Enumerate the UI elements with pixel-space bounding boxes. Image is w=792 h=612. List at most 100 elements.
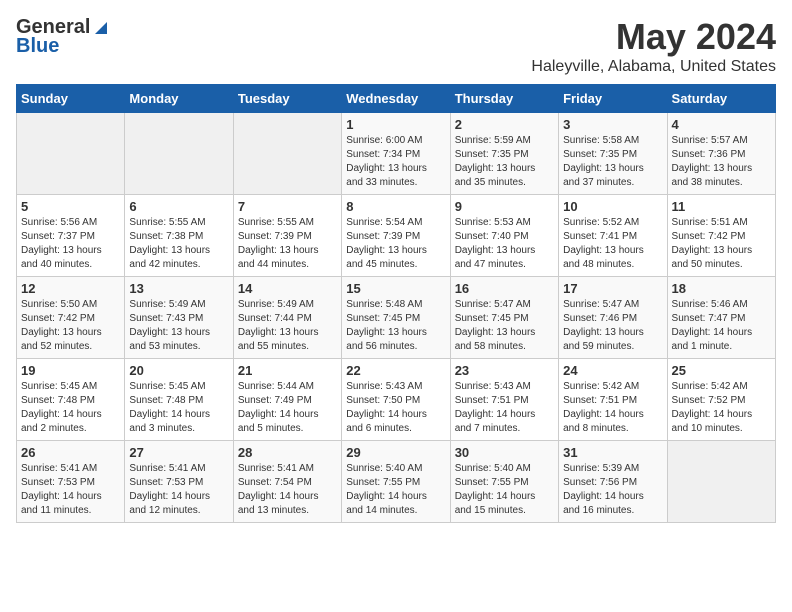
day-number: 20: [129, 363, 228, 378]
day-info: Sunrise: 5:50 AM Sunset: 7:42 PM Dayligh…: [21, 298, 120, 354]
day-number: 25: [672, 363, 771, 378]
day-number: 15: [346, 281, 445, 296]
day-number: 23: [455, 363, 554, 378]
day-number: 8: [346, 199, 445, 214]
day-info: Sunrise: 5:41 AM Sunset: 7:53 PM Dayligh…: [129, 462, 228, 518]
day-info: Sunrise: 5:45 AM Sunset: 7:48 PM Dayligh…: [21, 380, 120, 436]
header-wednesday: Wednesday: [342, 85, 450, 113]
calendar-cell: 24 Sunrise: 5:42 AM Sunset: 7:51 PM Dayli…: [559, 359, 667, 441]
header-monday: Monday: [125, 85, 233, 113]
day-number: 10: [563, 199, 662, 214]
day-info: Sunrise: 5:49 AM Sunset: 7:43 PM Dayligh…: [129, 298, 228, 354]
calendar-cell: 31 Sunrise: 5:39 AM Sunset: 7:56 PM Dayli…: [559, 441, 667, 523]
day-info: Sunrise: 5:43 AM Sunset: 7:50 PM Dayligh…: [346, 380, 445, 436]
header-tuesday: Tuesday: [233, 85, 341, 113]
calendar-cell: 2 Sunrise: 5:59 AM Sunset: 7:35 PM Daylig…: [450, 113, 558, 195]
day-number: 30: [455, 445, 554, 460]
day-number: 26: [21, 445, 120, 460]
calendar-header-row: SundayMondayTuesdayWednesdayThursdayFrid…: [17, 85, 776, 113]
calendar-cell: 28 Sunrise: 5:41 AM Sunset: 7:54 PM Dayli…: [233, 441, 341, 523]
day-info: Sunrise: 5:39 AM Sunset: 7:56 PM Dayligh…: [563, 462, 662, 518]
calendar-cell: 15 Sunrise: 5:48 AM Sunset: 7:45 PM Dayli…: [342, 277, 450, 359]
calendar-cell: [233, 113, 341, 195]
day-number: 21: [238, 363, 337, 378]
calendar-cell: 20 Sunrise: 5:45 AM Sunset: 7:48 PM Dayli…: [125, 359, 233, 441]
header-friday: Friday: [559, 85, 667, 113]
calendar-cell: 23Sunrise: 5:43 AM Sunset: 7:51 PM Dayli…: [450, 359, 558, 441]
day-info: Sunrise: 5:42 AM Sunset: 7:51 PM Dayligh…: [563, 380, 662, 436]
day-number: 19: [21, 363, 120, 378]
calendar-cell: 22 Sunrise: 5:43 AM Sunset: 7:50 PM Dayli…: [342, 359, 450, 441]
day-info: Sunrise: 5:54 AM Sunset: 7:39 PM Dayligh…: [346, 216, 445, 272]
calendar-cell: 8 Sunrise: 5:54 AM Sunset: 7:39 PM Daylig…: [342, 195, 450, 277]
day-number: 14: [238, 281, 337, 296]
calendar-cell: 5 Sunrise: 5:56 AM Sunset: 7:37 PM Daylig…: [17, 195, 125, 277]
day-number: 3: [563, 117, 662, 132]
calendar-cell: 19 Sunrise: 5:45 AM Sunset: 7:48 PM Dayli…: [17, 359, 125, 441]
day-info: Sunrise: 5:52 AM Sunset: 7:41 PM Dayligh…: [563, 216, 662, 272]
month-title: May 2024: [531, 16, 776, 58]
calendar-cell: [125, 113, 233, 195]
calendar-table: SundayMondayTuesdayWednesdayThursdayFrid…: [16, 84, 776, 523]
calendar-cell: 7Sunrise: 5:55 AM Sunset: 7:39 PM Daylig…: [233, 195, 341, 277]
day-info: Sunrise: 5:44 AM Sunset: 7:49 PM Dayligh…: [238, 380, 337, 436]
calendar-cell: 3 Sunrise: 5:58 AM Sunset: 7:35 PM Daylig…: [559, 113, 667, 195]
day-number: 11: [672, 199, 771, 214]
calendar-cell: 9 Sunrise: 5:53 AM Sunset: 7:40 PM Daylig…: [450, 195, 558, 277]
day-number: 2: [455, 117, 554, 132]
calendar-cell: 29Sunrise: 5:40 AM Sunset: 7:55 PM Dayli…: [342, 441, 450, 523]
day-info: Sunrise: 5:41 AM Sunset: 7:54 PM Dayligh…: [238, 462, 337, 518]
day-number: 12: [21, 281, 120, 296]
day-info: Sunrise: 5:41 AM Sunset: 7:53 PM Dayligh…: [21, 462, 120, 518]
calendar-cell: 16Sunrise: 5:47 AM Sunset: 7:45 PM Dayli…: [450, 277, 558, 359]
day-number: 18: [672, 281, 771, 296]
logo-blue: Blue: [16, 35, 59, 58]
day-info: Sunrise: 5:53 AM Sunset: 7:40 PM Dayligh…: [455, 216, 554, 272]
calendar-cell: 21 Sunrise: 5:44 AM Sunset: 7:49 PM Dayli…: [233, 359, 341, 441]
header-saturday: Saturday: [667, 85, 775, 113]
day-info: Sunrise: 5:59 AM Sunset: 7:35 PM Dayligh…: [455, 134, 554, 190]
calendar-week-1: 5 Sunrise: 5:56 AM Sunset: 7:37 PM Daylig…: [17, 195, 776, 277]
day-info: Sunrise: 5:47 AM Sunset: 7:46 PM Dayligh…: [563, 298, 662, 354]
calendar-week-4: 26 Sunrise: 5:41 AM Sunset: 7:53 PM Dayli…: [17, 441, 776, 523]
day-info: Sunrise: 5:46 AM Sunset: 7:47 PM Dayligh…: [672, 298, 771, 354]
day-info: Sunrise: 5:51 AM Sunset: 7:42 PM Dayligh…: [672, 216, 771, 272]
day-info: Sunrise: 5:48 AM Sunset: 7:45 PM Dayligh…: [346, 298, 445, 354]
calendar-cell: 27 Sunrise: 5:41 AM Sunset: 7:53 PM Dayli…: [125, 441, 233, 523]
day-number: 17: [563, 281, 662, 296]
calendar-cell: [667, 441, 775, 523]
day-info: Sunrise: 5:49 AM Sunset: 7:44 PM Dayligh…: [238, 298, 337, 354]
day-info: Sunrise: 6:00 AM Sunset: 7:34 PM Dayligh…: [346, 134, 445, 190]
calendar-cell: 12 Sunrise: 5:50 AM Sunset: 7:42 PM Dayli…: [17, 277, 125, 359]
calendar-cell: 25 Sunrise: 5:42 AM Sunset: 7:52 PM Dayli…: [667, 359, 775, 441]
day-number: 31: [563, 445, 662, 460]
day-number: 22: [346, 363, 445, 378]
day-number: 6: [129, 199, 228, 214]
day-info: Sunrise: 5:55 AM Sunset: 7:39 PM Dayligh…: [238, 216, 337, 272]
day-number: 5: [21, 199, 120, 214]
day-number: 28: [238, 445, 337, 460]
calendar-cell: 13 Sunrise: 5:49 AM Sunset: 7:43 PM Dayli…: [125, 277, 233, 359]
day-info: Sunrise: 5:40 AM Sunset: 7:55 PM Dayligh…: [455, 462, 554, 518]
calendar-cell: 18 Sunrise: 5:46 AM Sunset: 7:47 PM Dayli…: [667, 277, 775, 359]
day-info: Sunrise: 5:42 AM Sunset: 7:52 PM Dayligh…: [672, 380, 771, 436]
calendar-cell: [17, 113, 125, 195]
logo-icon: [91, 20, 111, 36]
day-info: Sunrise: 5:57 AM Sunset: 7:36 PM Dayligh…: [672, 134, 771, 190]
day-number: 13: [129, 281, 228, 296]
calendar-cell: 6 Sunrise: 5:55 AM Sunset: 7:38 PM Daylig…: [125, 195, 233, 277]
calendar-week-2: 12 Sunrise: 5:50 AM Sunset: 7:42 PM Dayli…: [17, 277, 776, 359]
day-number: 9: [455, 199, 554, 214]
day-info: Sunrise: 5:47 AM Sunset: 7:45 PM Dayligh…: [455, 298, 554, 354]
day-number: 4: [672, 117, 771, 132]
day-info: Sunrise: 5:45 AM Sunset: 7:48 PM Dayligh…: [129, 380, 228, 436]
day-info: Sunrise: 5:58 AM Sunset: 7:35 PM Dayligh…: [563, 134, 662, 190]
day-number: 27: [129, 445, 228, 460]
calendar-cell: 4 Sunrise: 5:57 AM Sunset: 7:36 PM Daylig…: [667, 113, 775, 195]
calendar-cell: 11 Sunrise: 5:51 AM Sunset: 7:42 PM Dayli…: [667, 195, 775, 277]
day-number: 29: [346, 445, 445, 460]
day-info: Sunrise: 5:56 AM Sunset: 7:37 PM Dayligh…: [21, 216, 120, 272]
calendar-cell: 14 Sunrise: 5:49 AM Sunset: 7:44 PM Dayli…: [233, 277, 341, 359]
day-number: 24: [563, 363, 662, 378]
day-info: Sunrise: 5:55 AM Sunset: 7:38 PM Dayligh…: [129, 216, 228, 272]
